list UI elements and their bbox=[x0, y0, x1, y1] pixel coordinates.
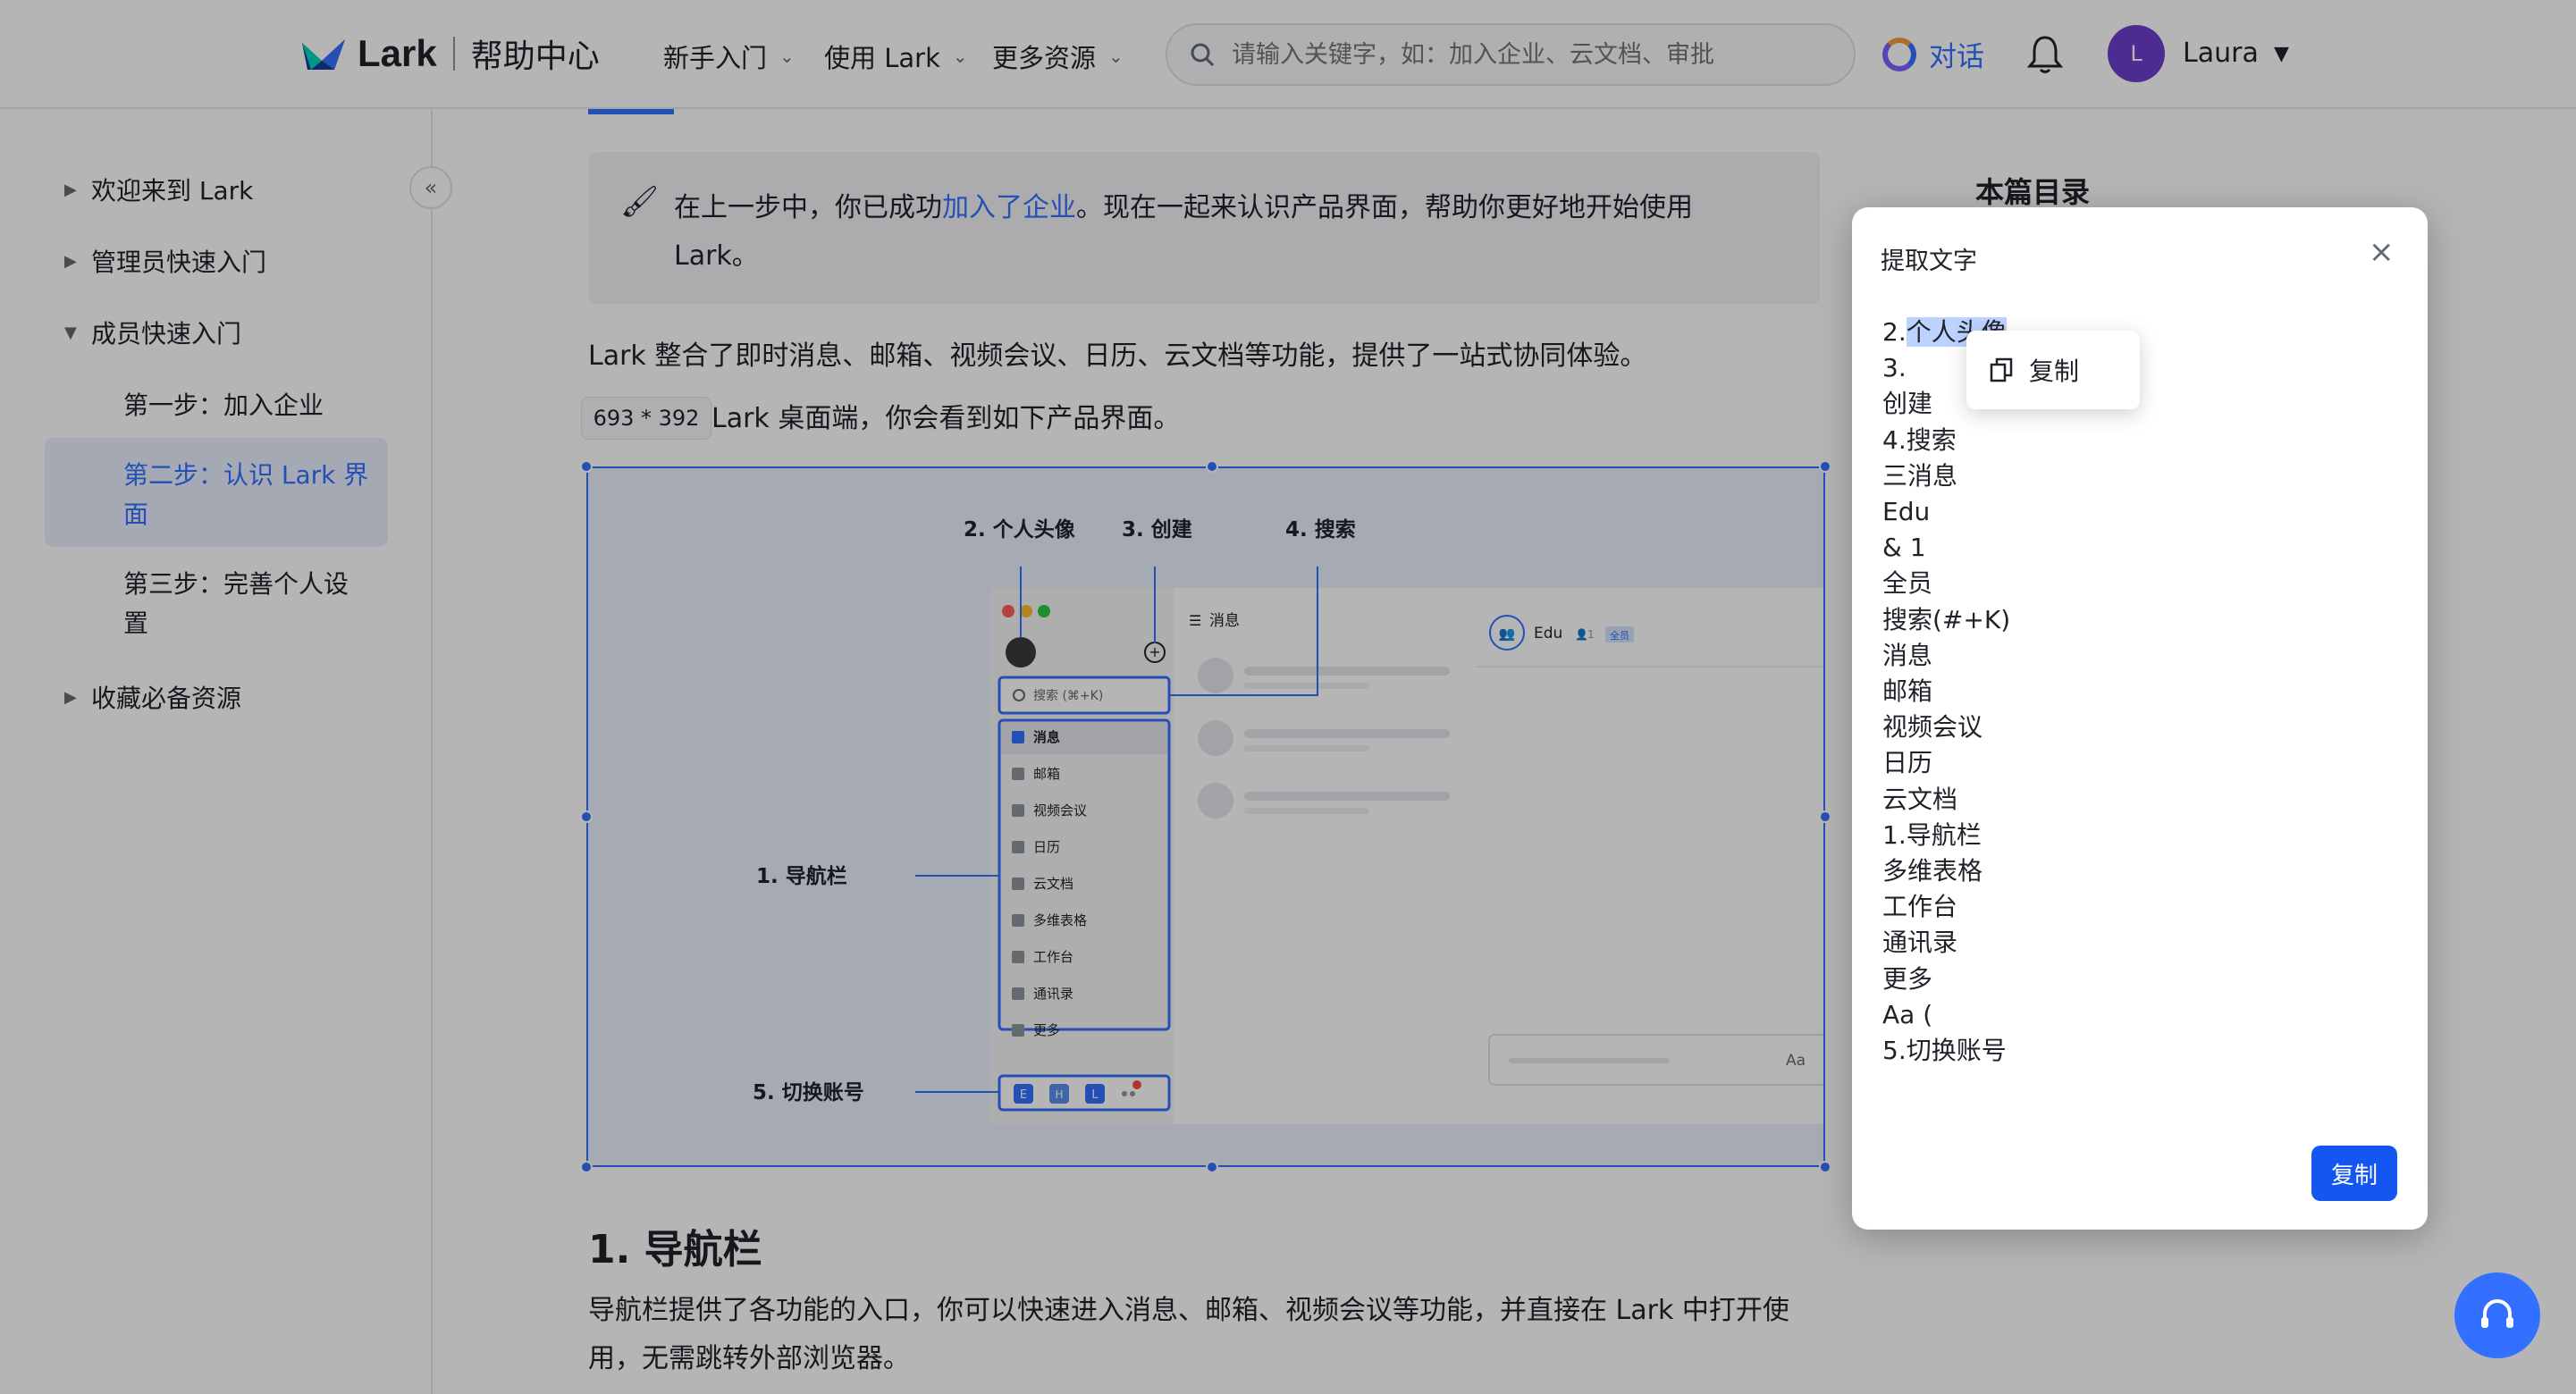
extracted-line[interactable]: 消息 bbox=[1882, 638, 2010, 674]
extracted-line[interactable]: Edu bbox=[1882, 494, 2010, 530]
extracted-line[interactable]: 搜索(#+K) bbox=[1882, 602, 2010, 638]
extracted-line[interactable]: 邮箱 bbox=[1882, 674, 2010, 710]
extracted-text: 2. bbox=[1882, 317, 1907, 347]
extracted-line[interactable]: 4.搜索 bbox=[1882, 423, 2010, 458]
context-copy-label[interactable]: 复制 bbox=[2029, 352, 2079, 388]
context-menu[interactable]: 复制 bbox=[1966, 331, 2140, 409]
help-fab-button[interactable] bbox=[2454, 1272, 2540, 1358]
extracted-line[interactable]: Aa ( bbox=[1882, 997, 2010, 1033]
dialog-title: 提取文字 bbox=[1881, 248, 1977, 275]
extracted-line[interactable]: 多维表格 bbox=[1882, 853, 2010, 889]
extracted-text-list[interactable]: 2.个人头像 3. 创建 4.搜索 三消息 Edu & 1 全员 搜索(#+K) 消息 邮箱 视频会… bbox=[1882, 315, 2010, 1069]
headset-icon bbox=[2481, 1299, 2513, 1328]
extract-text-dialog: 提取文字 × 2.个人头像 3. 创建 4.搜索 三消息 Edu & 1 全员 搜索(#+K)… bbox=[1852, 207, 2428, 1230]
extracted-line[interactable]: 工作台 bbox=[1882, 889, 2010, 925]
extracted-line[interactable]: 视频会议 bbox=[1882, 710, 2010, 745]
extracted-line[interactable]: & 1 bbox=[1882, 530, 2010, 566]
extracted-line[interactable]: 1.导航栏 bbox=[1882, 818, 2010, 853]
extracted-line[interactable]: 云文档 bbox=[1882, 782, 2010, 818]
close-icon[interactable]: × bbox=[2369, 234, 2395, 270]
extracted-line[interactable]: 全员 bbox=[1882, 566, 2010, 601]
copy-icon bbox=[1990, 357, 2013, 382]
extracted-line[interactable]: 更多 bbox=[1882, 962, 2010, 997]
extracted-line[interactable]: 日历 bbox=[1882, 745, 2010, 781]
extracted-line[interactable]: 三消息 bbox=[1882, 458, 2010, 494]
extracted-line[interactable]: 通讯录 bbox=[1882, 925, 2010, 961]
extracted-line[interactable]: 5.切换账号 bbox=[1882, 1033, 2010, 1069]
copy-button[interactable]: 复制 bbox=[2311, 1146, 2397, 1201]
